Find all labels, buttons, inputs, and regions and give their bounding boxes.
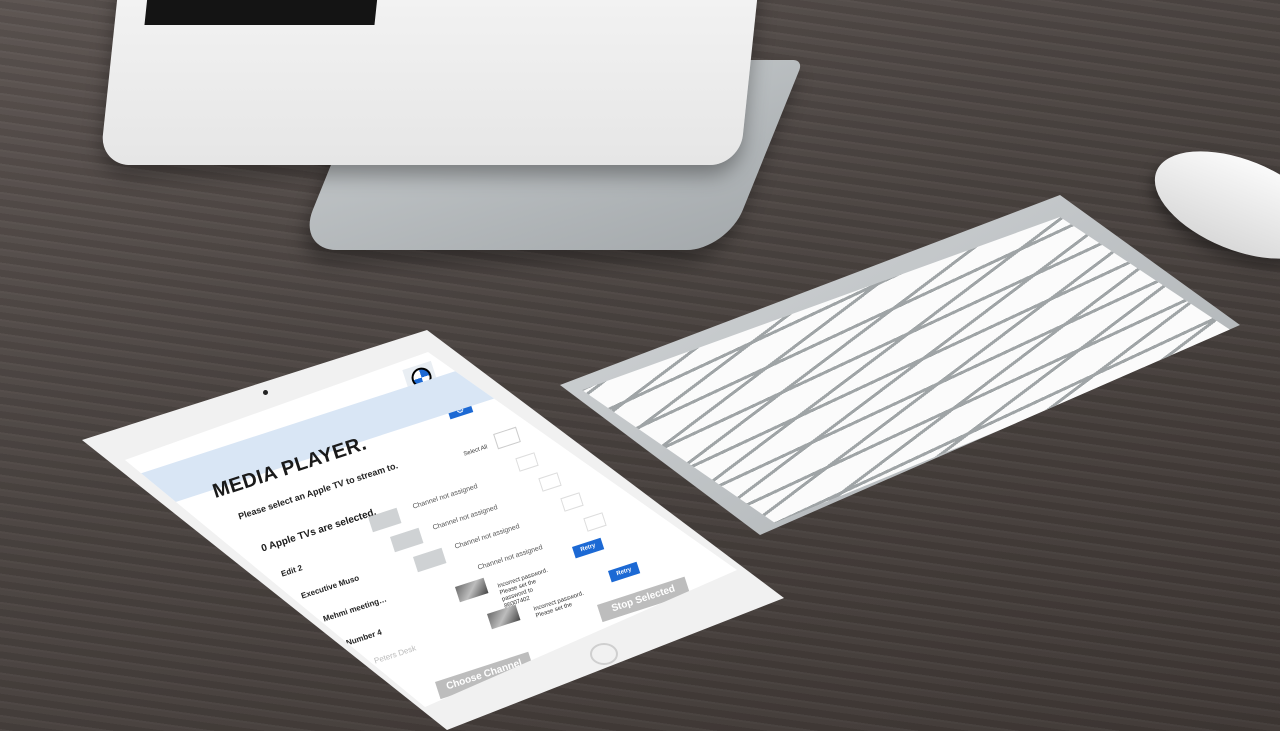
select-all-label: Select All [463, 444, 489, 458]
channel-thumbnail [390, 527, 424, 553]
channel-checkbox[interactable] [538, 472, 562, 492]
channel-name[interactable]: Number 4 [345, 628, 383, 648]
channel-name[interactable]: Peters Desk [373, 644, 417, 666]
camera-icon [263, 390, 268, 395]
channel-checkbox[interactable] [583, 512, 607, 532]
selected-count: 0 Apple TVs are selected. [260, 506, 378, 555]
select-all-checkbox[interactable] [493, 426, 521, 450]
channel-thumbnail [487, 604, 521, 630]
channel-checkbox[interactable] [515, 452, 539, 472]
channel-checkbox[interactable] [560, 492, 584, 512]
channel-thumbnail [455, 577, 489, 603]
channel-name[interactable]: Edit 2 [280, 563, 303, 578]
channel-thumbnail [413, 547, 447, 573]
retry-button[interactable]: Retry [572, 537, 605, 559]
channel-status: Channel not assigned [412, 483, 479, 511]
desk-scene: ⚙ MEDIA PLAYER. Please select an Apple T… [0, 0, 1280, 731]
channel-status: Channel not assigned [477, 544, 544, 572]
channel-status: Channel not assigned [432, 504, 499, 532]
home-button[interactable] [590, 643, 618, 665]
channel-name[interactable]: Mehmi meeting… [322, 595, 388, 624]
retry-button[interactable]: Retry [608, 561, 641, 583]
ipad: ⚙ MEDIA PLAYER. Please select an Apple T… [0, 0, 1280, 731]
channel-name[interactable]: Executive Muso [300, 573, 360, 600]
channel-status: Channel not assigned [454, 523, 521, 551]
